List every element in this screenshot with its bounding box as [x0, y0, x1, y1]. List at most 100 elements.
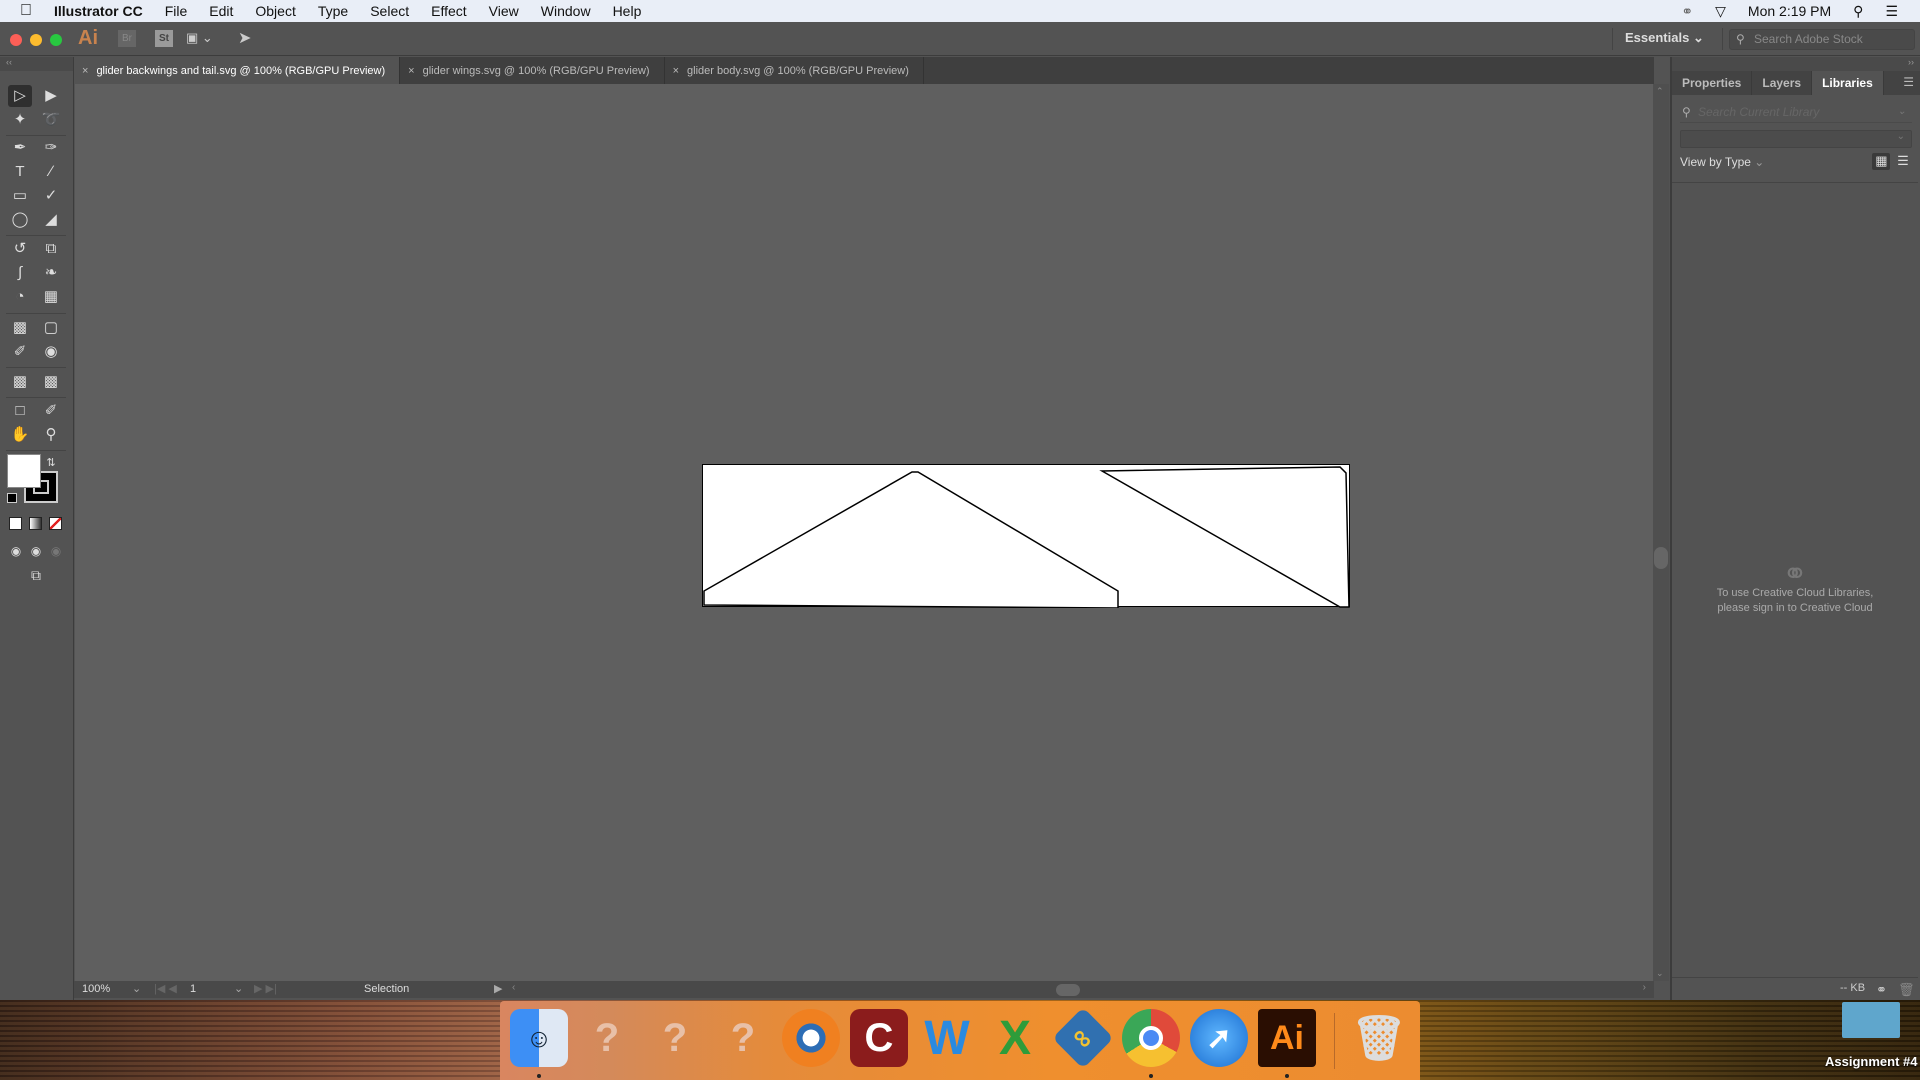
collapse-panel-icon[interactable]: ›› [1672, 57, 1920, 71]
color-mode-button[interactable] [9, 517, 22, 530]
blend-tool-icon[interactable]: ◉ [39, 341, 63, 363]
menu-object[interactable]: Object [255, 3, 295, 19]
workspace-switcher[interactable]: Essentials ⌄ [1625, 30, 1704, 46]
library-select[interactable]: ⌄ [1680, 130, 1912, 148]
eyedropper-tool-icon[interactable]: ✐ [8, 341, 32, 363]
panel-menu-icon[interactable]: ☰ [1903, 75, 1914, 89]
eraser-tool-icon[interactable]: ◢ [39, 209, 63, 231]
status-mode[interactable]: Selection [364, 983, 409, 995]
type-tool-icon[interactable]: T [8, 161, 32, 183]
vertical-scrollbar[interactable]: ⌃ ⌄ [1653, 84, 1669, 981]
close-tab-icon[interactable]: × [673, 65, 679, 77]
list-view-icon[interactable]: ☰ [1894, 153, 1912, 170]
draw-inside-icon[interactable]: ◉ [44, 540, 68, 562]
stock-button[interactable]: St [155, 30, 173, 47]
unknown-app-icon[interactable]: ? [714, 1009, 772, 1067]
word-icon[interactable]: W [918, 1009, 976, 1067]
illustrator-dock-icon[interactable]: Ai [1258, 1009, 1316, 1067]
default-fill-stroke-icon[interactable] [7, 493, 17, 503]
search-adobe-stock-input[interactable]: ⚲ Search Adobe Stock [1729, 29, 1915, 50]
puppet-warp-tool-icon[interactable]: ∫ [8, 262, 32, 284]
tab-glider-wings[interactable]: × glider wings.svg @ 100% (RGB/GPU Previe… [400, 57, 665, 84]
tab-layers[interactable]: Layers [1752, 71, 1813, 95]
lasso-tool-icon[interactable]: ➰ [39, 109, 63, 131]
tab-glider-backwings[interactable]: × glider backwings and tail.svg @ 100% (R… [74, 57, 401, 84]
c-app-icon[interactable]: C [850, 1009, 908, 1067]
rotate-tool-icon[interactable]: ↺ [8, 238, 32, 260]
desktop-folder-label[interactable]: Assignment #4 [1825, 1054, 1917, 1069]
blender-icon[interactable] [782, 1009, 840, 1067]
magic-wand-tool-icon[interactable]: ✦ [8, 109, 32, 131]
horizontal-scrollbar[interactable]: ‹ › [508, 981, 1654, 998]
maximize-window-button[interactable] [50, 34, 62, 46]
column-graph-tool-icon[interactable]: ▩ [39, 371, 63, 393]
artboard-tool-icon[interactable]: □ [8, 400, 32, 422]
horizontal-scroll-thumb[interactable] [1056, 984, 1080, 996]
arrange-documents-button[interactable]: ▣ ⌄ [186, 30, 213, 46]
pen-tool-icon[interactable]: ✒ [8, 137, 32, 159]
wifi-icon[interactable]: ▽ [1715, 3, 1726, 20]
scroll-up-icon[interactable]: ⌃ [1656, 86, 1664, 97]
desktop-folder-icon[interactable] [1842, 1002, 1900, 1038]
chrome-icon[interactable] [1122, 1009, 1180, 1067]
pin-tool-icon[interactable]: ❧ [39, 262, 63, 284]
menu-effect[interactable]: Effect [431, 3, 467, 19]
status-menu-icon[interactable]: ▶ [494, 982, 502, 995]
paintbrush-tool-icon[interactable]: ✓ [39, 185, 63, 207]
trash-icon[interactable]: 🗑 [1898, 982, 1915, 998]
zoom-level-field[interactable]: 100% [82, 983, 110, 995]
unknown-app-icon[interactable]: ? [646, 1009, 704, 1067]
artboard[interactable] [702, 464, 1350, 609]
scroll-down-icon[interactable]: ⌄ [1656, 968, 1664, 979]
artboard-number-field[interactable]: 1 [190, 983, 196, 995]
menu-app-name[interactable]: Illustrator CC [54, 3, 143, 19]
tab-libraries[interactable]: Libraries [1812, 71, 1884, 95]
direct-selection-tool-icon[interactable]: ▶ [39, 85, 63, 107]
canvas-area[interactable] [75, 84, 1653, 981]
menu-window[interactable]: Window [541, 3, 591, 19]
finder-icon[interactable]: ☺ [510, 1009, 568, 1067]
close-tab-icon[interactable]: × [82, 65, 88, 77]
gradient-tool-icon[interactable]: ▢ [39, 317, 63, 339]
bridge-button[interactable]: Br [118, 30, 136, 47]
menu-file[interactable]: File [165, 3, 188, 19]
vertical-scroll-thumb[interactable] [1654, 547, 1668, 569]
safari-icon[interactable]: ➚ [1190, 1009, 1248, 1067]
clock[interactable]: Mon 2:19 PM [1748, 3, 1831, 19]
collapse-tools-icon[interactable]: ‹‹ [0, 57, 73, 71]
line-tool-icon[interactable]: ∕ [39, 161, 63, 183]
hand-tool-icon[interactable]: ✋ [8, 424, 32, 446]
spotlight-search-icon[interactable]: ⚲ [1853, 3, 1863, 20]
first-artboard-icon[interactable]: |◀ ◀ [154, 982, 177, 995]
gpu-performance-icon[interactable]: ➤ [238, 28, 251, 48]
fetch-icon[interactable]: ∞ [1052, 1007, 1114, 1069]
zoom-tool-icon[interactable]: ⚲ [39, 424, 63, 446]
unknown-app-icon[interactable]: ? [578, 1009, 636, 1067]
close-tab-icon[interactable]: × [408, 65, 414, 77]
shaper-tool-icon[interactable]: ◯ [8, 209, 32, 231]
menu-view[interactable]: View [489, 3, 519, 19]
shape-builder-tool-icon[interactable]: ◔ [8, 286, 32, 308]
grid-view-icon[interactable]: ▦ [1872, 153, 1891, 170]
swap-fill-stroke-icon[interactable]: ⇅ [44, 452, 58, 474]
change-screen-mode-icon[interactable]: ⧉ [24, 564, 48, 586]
tail-shape[interactable] [1099, 466, 1350, 608]
minimize-window-button[interactable] [30, 34, 42, 46]
apple-icon[interactable]:  [20, 2, 38, 20]
fill-swatch[interactable] [7, 454, 41, 488]
gradient-mode-button[interactable] [29, 517, 42, 530]
menu-help[interactable]: Help [613, 3, 642, 19]
menu-edit[interactable]: Edit [209, 3, 233, 19]
search-library-input[interactable]: ⚲ Search Current Library ⌄ [1680, 101, 1912, 123]
symbol-sprayer-tool-icon[interactable]: ▩ [8, 371, 32, 393]
backwing-shape[interactable] [703, 471, 1119, 609]
notification-center-icon[interactable]: ☰ [1885, 3, 1898, 20]
menu-select[interactable]: Select [370, 3, 409, 19]
artboard-dropdown-icon[interactable]: ⌄ [234, 982, 243, 995]
next-artboard-icon[interactable]: ▶ ▶| [254, 982, 277, 995]
chevron-down-icon[interactable]: ⌄ [1898, 101, 1906, 123]
curvature-tool-icon[interactable]: ✑ [39, 137, 63, 159]
trash-icon[interactable]: 🗑 [1350, 1009, 1408, 1067]
scale-tool-icon[interactable]: ⧉ [39, 238, 63, 260]
creative-cloud-sync-icon[interactable]: ⚭ [1876, 982, 1887, 998]
